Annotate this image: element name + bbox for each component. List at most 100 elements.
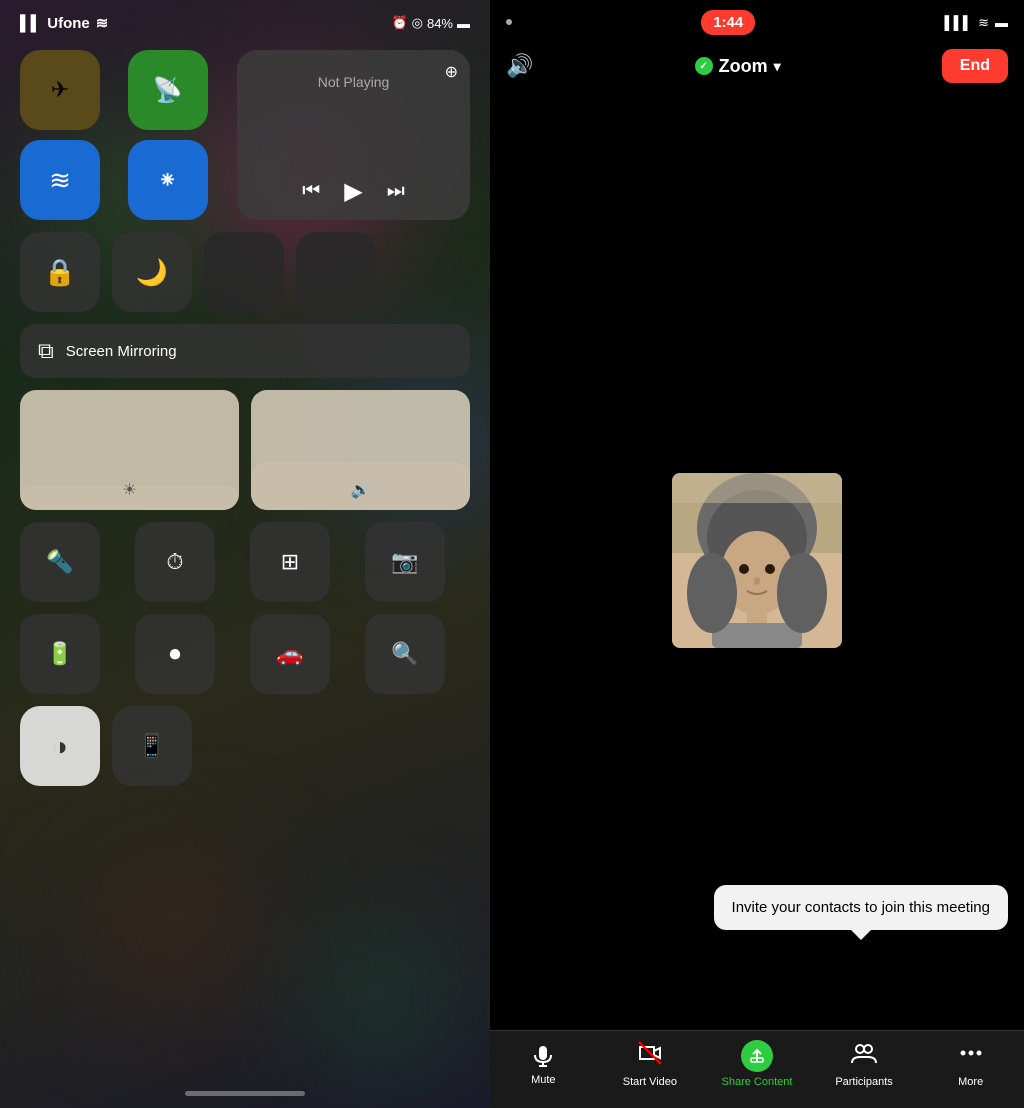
control-center-content: ✈ 📡 ≋ ⁕ ⊕ Not Playing ⏮ ▶ ⏭ <box>0 40 490 796</box>
sliders-row: ☀ 🔊 <box>20 390 470 510</box>
participants-label: Participants <box>835 1076 892 1088</box>
zoom-status-bar: 1:44 ▌▌▌ ≋ ▬ <box>490 0 1024 41</box>
start-video-button[interactable]: Start Video <box>615 1039 685 1088</box>
airplane-icon: ✈ <box>51 77 69 103</box>
bluetooth-icon: ⁕ <box>157 166 177 195</box>
battery-icon: ▬ <box>457 16 470 31</box>
moon-icon: 🌙 <box>136 257 168 288</box>
location-icon: ◎ <box>412 15 423 31</box>
brightness-slider[interactable]: ☀ <box>20 390 239 510</box>
remote-button[interactable]: 📱 <box>112 706 192 786</box>
notification-dot <box>506 19 512 25</box>
airplane-mode-button[interactable]: ✈ <box>20 50 100 130</box>
mute-button[interactable]: Mute <box>508 1042 578 1086</box>
next-track-button[interactable]: ⏭ <box>387 180 405 203</box>
zoom-title[interactable]: ✓ Zoom ▾ <box>695 56 781 77</box>
status-time: 1:44 <box>701 10 755 35</box>
more-dots-svg <box>957 1039 985 1067</box>
zoom-shield-icon: ✓ <box>695 57 713 75</box>
calculator-icon: ⊞ <box>281 549 299 575</box>
microphone-icon-svg <box>529 1042 557 1070</box>
control-center-panel: ▌▌ Ufone ≋ ⏰ ◎ 84% ▬ ✈ 📡 ≋ <box>0 0 490 1108</box>
participant-video <box>672 473 842 648</box>
calculator-button[interactable]: ⊞ <box>250 522 330 602</box>
flashlight-icon: 🔦 <box>46 549 73 575</box>
contrast-icon: ◑ <box>52 731 68 762</box>
do-not-disturb-button[interactable]: 🌙 <box>112 232 192 312</box>
connectivity-grid: ✈ 📡 ≋ ⁕ <box>20 50 225 220</box>
prev-track-button[interactable]: ⏮ <box>302 180 320 203</box>
wifi-button[interactable]: ≋ <box>20 140 100 220</box>
alarm-icon: ⏰ <box>391 15 407 31</box>
timer-button[interactable]: ⏱ <box>135 522 215 602</box>
carplay-icon: 🚗 <box>276 641 303 667</box>
airplay-icon[interactable]: ⊕ <box>445 62 458 82</box>
flashlight-button[interactable]: 🔦 <box>20 522 100 602</box>
screen-mirroring-button[interactable]: ⧉ Screen Mirroring <box>20 324 470 378</box>
cellular-button[interactable]: 📡 <box>128 50 208 130</box>
brightness-icon: ☀ <box>122 480 136 500</box>
start-video-label: Start Video <box>623 1076 677 1088</box>
tooltip-text: Invite your contacts to join this meetin… <box>732 899 990 916</box>
music-player: ⊕ Not Playing ⏮ ▶ ⏭ <box>237 50 470 220</box>
volume-slider[interactable]: 🔊 <box>251 390 470 510</box>
screen-lock-button[interactable]: 🔒 <box>20 232 100 312</box>
speaker-icon[interactable]: 🔊 <box>506 53 533 79</box>
end-meeting-button[interactable]: End <box>942 49 1008 83</box>
timer-icon: ⏱ <box>166 549 183 575</box>
wifi-icon: ≋ <box>96 14 109 32</box>
participants-button[interactable]: Participants <box>829 1039 899 1088</box>
contrast-button[interactable]: ◑ <box>20 706 100 786</box>
share-content-button[interactable]: Share Content <box>722 1040 793 1088</box>
night-shift-button[interactable] <box>296 232 376 312</box>
participant-face-svg <box>672 473 842 648</box>
magnifier-icon: 🔍 <box>391 641 418 667</box>
bluetooth-button[interactable]: ⁕ <box>128 140 208 220</box>
brightness-slider-button[interactable] <box>204 232 284 312</box>
bottom-grid-row1: 🔦 ⏱ ⊞ 📷 <box>20 522 470 602</box>
battery-saver-icon: 🔋 <box>46 641 73 667</box>
camera-button[interactable]: 📷 <box>365 522 445 602</box>
lock-icon: 🔒 <box>44 257 76 288</box>
zoom-title-text: Zoom <box>719 56 768 77</box>
home-indicator <box>185 1091 305 1096</box>
volume-icon: 🔊 <box>351 480 371 500</box>
magnifier-button[interactable]: 🔍 <box>365 614 445 694</box>
more-icon <box>957 1039 985 1072</box>
middle-row: 🔒 🌙 <box>20 232 470 312</box>
more-label: More <box>958 1076 983 1088</box>
status-right-icons: ▌▌▌ ≋ ▬ <box>944 15 1008 31</box>
invite-tooltip: Invite your contacts to join this meetin… <box>714 885 1008 930</box>
play-pause-button[interactable]: ▶ <box>344 177 362 206</box>
cellular-icon: 📡 <box>153 76 183 105</box>
mute-icon <box>529 1042 557 1070</box>
zoom-bottom-bar: Mute Start Video Share Con <box>490 1030 1024 1108</box>
bg-blur-5 <box>320 938 440 1058</box>
zoom-chevron-icon: ▾ <box>774 58 781 75</box>
share-up-arrow-svg <box>748 1047 766 1065</box>
carrier-info: ▌▌ Ufone ≋ <box>20 14 108 32</box>
not-playing-label: Not Playing <box>251 74 456 90</box>
camera-icon: 📷 <box>391 549 418 575</box>
screen-mirroring-row: ⧉ Screen Mirroring <box>20 324 470 378</box>
tooltip-arrow <box>851 930 871 940</box>
battery-saver-button[interactable]: 🔋 <box>20 614 100 694</box>
last-row: ◑ 📱 <box>20 706 470 786</box>
more-button[interactable]: More <box>936 1039 1006 1088</box>
screen-mirroring-label: Screen Mirroring <box>66 343 177 360</box>
carrier-name: Ufone <box>47 15 90 32</box>
carplay-button[interactable]: 🚗 <box>250 614 330 694</box>
share-icon <box>741 1040 773 1072</box>
record-button[interactable]: ⏺ <box>135 614 215 694</box>
wifi-icon: ≋ <box>49 165 71 196</box>
video-area: Invite your contacts to join this meetin… <box>490 91 1024 1030</box>
bg-blur-4 <box>100 858 250 1008</box>
screen-mirroring-icon: ⧉ <box>38 338 54 364</box>
zoom-toolbar: 🔊 ✓ Zoom ▾ End <box>490 41 1024 91</box>
wifi-status-icon: ≋ <box>978 15 989 31</box>
music-controls: ⏮ ▶ ⏭ <box>251 177 456 206</box>
participants-svg <box>850 1039 878 1067</box>
share-content-label: Share Content <box>722 1076 793 1088</box>
battery-status-icon: ▬ <box>995 15 1008 30</box>
zoom-panel: 1:44 ▌▌▌ ≋ ▬ 🔊 ✓ Zoom ▾ End <box>490 0 1024 1108</box>
